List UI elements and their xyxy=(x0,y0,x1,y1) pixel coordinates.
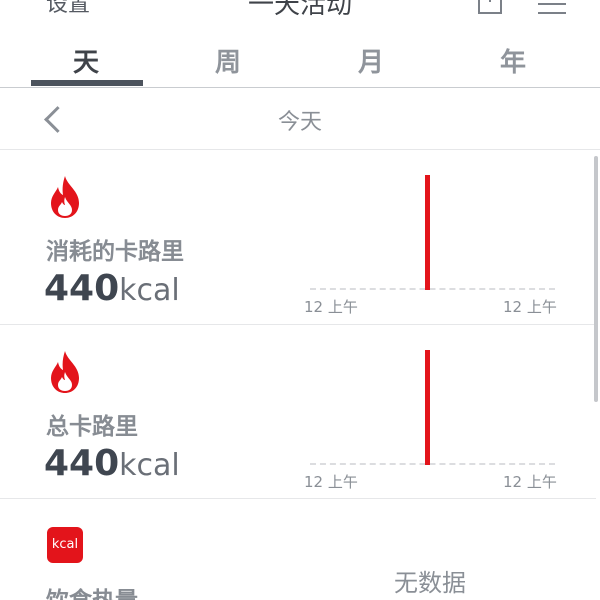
day-bar-chart: 12 上午 12 上午 xyxy=(300,170,560,320)
page-title: 一天活动 xyxy=(247,0,352,20)
tab-month[interactable]: 月 xyxy=(316,42,426,79)
day-bar-chart: 12 上午 12 上午 xyxy=(300,345,560,495)
card-value: 440kcal xyxy=(44,268,180,309)
tab-week[interactable]: 周 xyxy=(173,42,283,79)
x-tick-end: 12 上午 xyxy=(503,298,557,316)
x-tick-start: 12 上午 xyxy=(304,473,358,491)
share-icon[interactable] xyxy=(478,0,502,14)
total-calories-card[interactable]: 总卡路里 440kcal 12 上午 12 上午 xyxy=(0,325,596,499)
top-nav-bar: 设置 一天活动 xyxy=(0,0,600,30)
dietary-calories-card[interactable]: kcal 无数据 饮食热量 xyxy=(0,499,596,600)
no-data-label: 无数据 xyxy=(394,569,466,597)
card-value: 440kcal xyxy=(44,443,180,484)
card-label: 饮食热量 xyxy=(46,581,138,600)
calorie-unit: kcal xyxy=(119,273,180,308)
chart-baseline xyxy=(310,288,555,290)
x-tick-start: 12 上午 xyxy=(304,298,358,316)
flame-icon xyxy=(51,351,79,393)
calorie-number: 440 xyxy=(44,268,120,309)
list-menu-icon[interactable] xyxy=(538,0,568,16)
calorie-number: 440 xyxy=(44,443,120,484)
card-label: 总卡路里 xyxy=(46,414,138,440)
active-tab-indicator xyxy=(31,80,143,86)
kcal-icon: kcal xyxy=(47,527,83,563)
chart-bar xyxy=(425,350,430,465)
scrollbar[interactable] xyxy=(594,156,598,402)
chart-bar xyxy=(425,175,430,290)
date-navigator: 今天 xyxy=(0,88,600,150)
calorie-unit: kcal xyxy=(119,448,180,483)
flame-icon xyxy=(51,176,79,218)
x-tick-end: 12 上午 xyxy=(503,473,557,491)
active-calories-card[interactable]: 消耗的卡路里 440kcal 12 上午 12 上午 xyxy=(0,150,596,325)
chart-baseline xyxy=(310,463,555,465)
date-label: 今天 xyxy=(277,110,322,135)
card-label: 消耗的卡路里 xyxy=(46,239,184,265)
tab-day[interactable]: 天 xyxy=(31,42,141,79)
period-tabs: 天 周 月 年 xyxy=(0,36,600,88)
tab-year[interactable]: 年 xyxy=(458,42,568,79)
